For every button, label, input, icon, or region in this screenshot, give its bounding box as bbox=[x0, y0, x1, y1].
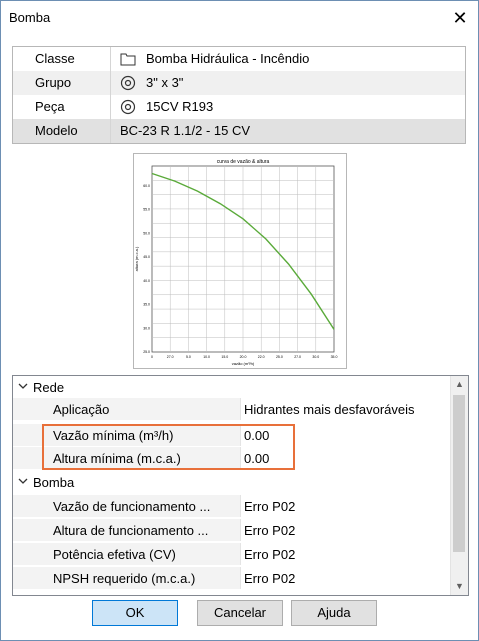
x-tick-label: 22.0 bbox=[258, 355, 265, 359]
window-title: Bomba bbox=[9, 10, 51, 25]
column-divider bbox=[110, 47, 111, 143]
ok-button[interactable]: OK bbox=[92, 600, 178, 626]
property-label: NPSH requerido (m.c.a.) bbox=[53, 571, 196, 586]
folder-icon bbox=[120, 53, 136, 66]
highlight-box bbox=[42, 424, 295, 470]
info-value: 15CV R193 bbox=[146, 99, 214, 114]
property-row-potencia[interactable]: Potência efetiva (CV) Erro P02 bbox=[13, 543, 450, 565]
property-row-npsh[interactable]: NPSH requerido (m.c.a.) Erro P02 bbox=[13, 567, 450, 589]
x-tick-label: 15.0 bbox=[221, 355, 228, 359]
info-label: Peça bbox=[35, 99, 65, 114]
x-tick-label: 27.0 bbox=[167, 355, 174, 359]
info-row-classe: Classe Bomba Hidráulica - Incêndio bbox=[13, 47, 465, 71]
info-value: BC-23 R 1.1/2 - 15 CV bbox=[120, 123, 251, 138]
property-label: Potência efetiva (CV) bbox=[53, 547, 176, 562]
pump-curve-chart: curva de vazão & altura 60.0 55.0 50.0 45.0 4… bbox=[133, 153, 347, 369]
y-axis-label: altura (m.c.a.) bbox=[134, 246, 139, 271]
cancel-button[interactable]: Cancelar bbox=[197, 600, 283, 626]
property-value[interactable]: Erro P02 bbox=[244, 499, 295, 514]
info-label: Grupo bbox=[35, 75, 72, 90]
property-label: Vazão de funcionamento ... bbox=[53, 499, 211, 514]
y-tick-label: 50.0 bbox=[143, 231, 150, 235]
column-divider bbox=[240, 495, 241, 517]
info-label: Classe bbox=[35, 51, 75, 66]
chart-title: curva de vazão & altura bbox=[217, 159, 270, 165]
close-icon[interactable]: ✕ bbox=[446, 5, 474, 31]
category-rede[interactable]: Rede bbox=[13, 376, 450, 398]
chart-svg: curva de vazão & altura 60.0 55.0 50.0 45.0 4… bbox=[134, 159, 338, 366]
info-value: Bomba Hidráulica - Incêndio bbox=[146, 51, 310, 66]
x-tick-label: 25.0 bbox=[276, 355, 283, 359]
property-value[interactable]: Erro P02 bbox=[244, 523, 295, 538]
column-divider bbox=[240, 398, 241, 420]
info-row-modelo: Modelo BC-23 R 1.1/2 - 15 CV bbox=[13, 119, 465, 143]
property-label: Altura de funcionamento ... bbox=[53, 523, 209, 538]
title-bar: Bomba ✕ bbox=[1, 1, 478, 37]
y-tick-label: 40.0 bbox=[143, 279, 150, 283]
property-value[interactable]: Hidrantes mais desfavoráveis bbox=[244, 402, 415, 417]
property-row-vazao-funcionamento[interactable]: Vazão de funcionamento ... Erro P02 bbox=[13, 495, 450, 517]
category-label: Bomba bbox=[33, 475, 75, 490]
scroll-thumb[interactable] bbox=[453, 395, 465, 552]
x-tick-label: 10.0 bbox=[203, 355, 210, 359]
info-row-peca: Peça 15CV R193 bbox=[13, 95, 465, 119]
x-axis-label: vazão (m³/h) bbox=[232, 361, 255, 366]
y-tick-label: 55.0 bbox=[143, 208, 150, 212]
chevron-down-icon[interactable] bbox=[16, 379, 30, 393]
x-tick-label: 27.0 bbox=[294, 355, 301, 359]
x-tick-label: 5.0 bbox=[186, 355, 191, 359]
x-tick-label: 30.0 bbox=[312, 355, 319, 359]
property-label: Aplicação bbox=[53, 402, 110, 417]
column-divider bbox=[240, 519, 241, 541]
category-bomba[interactable]: Bomba bbox=[13, 471, 450, 493]
scroll-down-icon[interactable]: ▼ bbox=[451, 578, 468, 595]
info-row-grupo: Grupo 3" x 3" bbox=[13, 71, 465, 95]
x-tick-label: 35.0 bbox=[331, 355, 338, 359]
column-divider bbox=[240, 567, 241, 589]
property-row-aplicacao[interactable]: Aplicação Hidrantes mais desfavoráveis bbox=[13, 398, 450, 420]
target-icon bbox=[120, 99, 136, 115]
column-divider bbox=[240, 543, 241, 565]
property-value[interactable]: Erro P02 bbox=[244, 547, 295, 562]
y-tick-label: 35.0 bbox=[143, 303, 150, 307]
y-tick-label: 45.0 bbox=[143, 255, 150, 259]
property-value[interactable]: Erro P02 bbox=[244, 571, 295, 586]
x-tick-label: 0 bbox=[151, 355, 153, 359]
info-label: Modelo bbox=[35, 123, 78, 138]
y-tick-label: 60.0 bbox=[143, 184, 150, 188]
y-tick-label: 30.0 bbox=[143, 326, 150, 330]
help-button[interactable]: Ajuda bbox=[291, 600, 377, 626]
vertical-scrollbar[interactable]: ▲ ▼ bbox=[450, 376, 468, 595]
property-grid: Rede Aplicação Hidrantes mais desfavoráv… bbox=[12, 375, 469, 596]
info-value: 3" x 3" bbox=[146, 75, 184, 90]
x-tick-label: 20.0 bbox=[240, 355, 247, 359]
chevron-down-icon[interactable] bbox=[16, 474, 30, 488]
info-table: Classe Bomba Hidráulica - Incêndio Grupo… bbox=[12, 46, 466, 144]
y-tick-label: 25.0 bbox=[143, 350, 150, 354]
category-label: Rede bbox=[33, 380, 65, 395]
property-row-altura-funcionamento[interactable]: Altura de funcionamento ... Erro P02 bbox=[13, 519, 450, 541]
scroll-up-icon[interactable]: ▲ bbox=[451, 376, 468, 393]
target-icon bbox=[120, 75, 136, 91]
